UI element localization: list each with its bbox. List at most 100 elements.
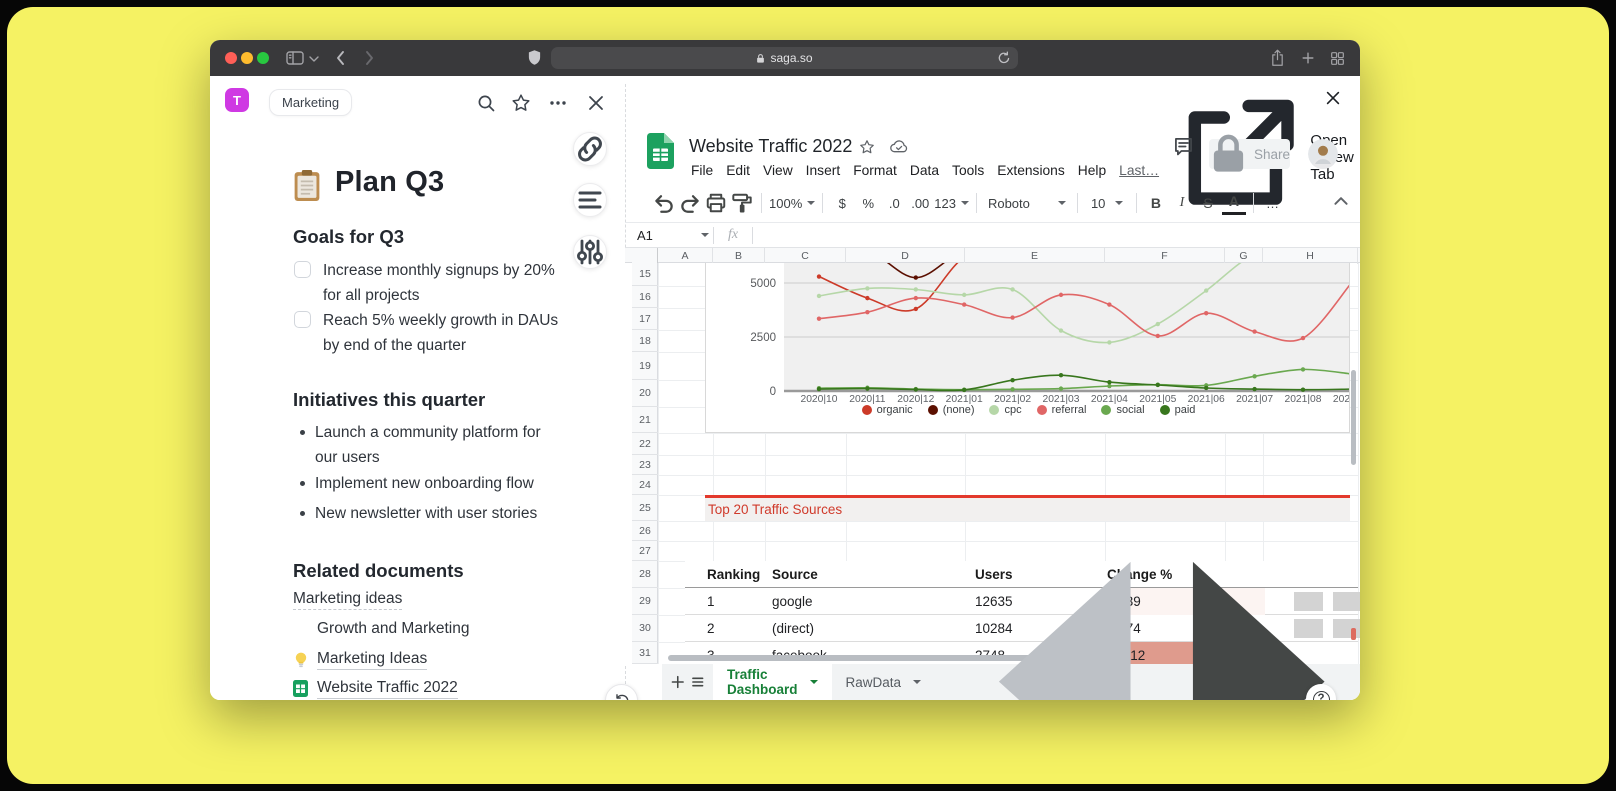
workspace-avatar[interactable]: T: [225, 88, 249, 112]
related-doc-link[interactable]: Marketing ideas: [293, 589, 402, 609]
menu-tools[interactable]: Tools: [952, 163, 984, 178]
column-headers[interactable]: ABCDEFGH: [625, 247, 1360, 263]
cell-ranking[interactable]: 1: [707, 588, 715, 615]
menu-insert[interactable]: Insert: [806, 163, 841, 178]
column-header-D[interactable]: D: [846, 248, 965, 264]
reload-icon[interactable]: [997, 51, 1011, 65]
row-header-29[interactable]: 29: [632, 588, 658, 615]
font-select[interactable]: Roboto: [984, 191, 1070, 215]
collapse-toolbar-icon[interactable]: [1332, 192, 1350, 210]
tab-scroll-right-icon[interactable]: [1169, 538, 1360, 700]
avatar[interactable]: [1308, 139, 1338, 169]
copy-link-button[interactable]: [573, 132, 607, 166]
row-header-16[interactable]: 16: [632, 286, 658, 308]
row-header-19[interactable]: 19: [632, 352, 658, 380]
row-header-28[interactable]: 28: [632, 561, 658, 588]
zoom-select[interactable]: 100%: [769, 191, 815, 215]
row-header-24[interactable]: 24: [632, 475, 658, 495]
share-button[interactable]: Share: [1209, 139, 1290, 169]
close-traffic-light[interactable]: [225, 52, 237, 64]
star-icon[interactable]: [859, 139, 875, 155]
star-icon[interactable]: [511, 93, 531, 113]
section-banner[interactable]: Top 20 Traffic Sources: [705, 495, 1350, 521]
strikethrough-button[interactable]: S: [1196, 191, 1220, 215]
row-header-22[interactable]: 22: [632, 433, 658, 455]
menu-data[interactable]: Data: [910, 163, 939, 178]
forward-icon[interactable]: [365, 50, 375, 66]
column-header-A[interactable]: A: [658, 248, 713, 264]
vertical-scrollbar[interactable]: [1351, 370, 1356, 465]
menu-file[interactable]: File: [691, 163, 713, 178]
cell-source[interactable]: google: [772, 588, 813, 615]
menu-view[interactable]: View: [763, 163, 793, 178]
select-all-corner[interactable]: [632, 248, 658, 264]
breadcrumb[interactable]: Marketing: [269, 89, 352, 116]
row-header-31[interactable]: 31: [632, 642, 658, 664]
address-bar[interactable]: saga.so: [551, 47, 1018, 69]
toolbar-more-icon[interactable]: …: [1261, 191, 1285, 215]
zoom-traffic-light[interactable]: [257, 52, 269, 64]
column-header-F[interactable]: F: [1105, 248, 1225, 264]
column-header-B[interactable]: B: [713, 248, 765, 264]
related-doc-link[interactable]: Website Traffic 2022: [293, 678, 458, 698]
more-icon[interactable]: [548, 93, 568, 113]
spreadsheet-title[interactable]: Website Traffic 2022: [689, 136, 852, 157]
row-header-26[interactable]: 26: [632, 521, 658, 541]
comment-icon[interactable]: [1173, 136, 1194, 157]
percent-button[interactable]: %: [856, 191, 880, 215]
tab-scroll-left-icon[interactable]: [963, 538, 1154, 700]
traffic-chart[interactable]: 0250050002020|102020|112020|122021|01202…: [705, 263, 1350, 433]
increase-decimal-button[interactable]: .00: [908, 191, 932, 215]
column-header-H[interactable]: H: [1263, 248, 1358, 264]
tab-overview-icon[interactable]: [1330, 51, 1345, 66]
column-header-G[interactable]: G: [1225, 248, 1263, 264]
menu-extensions[interactable]: Extensions: [997, 163, 1065, 178]
share-icon[interactable]: [1270, 49, 1285, 67]
menu-help[interactable]: Help: [1078, 163, 1106, 178]
column-header-E[interactable]: E: [965, 248, 1105, 264]
add-sheet-icon[interactable]: [670, 670, 686, 694]
row-headers[interactable]: 1516171819202122232425262728293031: [632, 263, 658, 664]
checkbox[interactable]: [294, 261, 311, 278]
redo-icon[interactable]: [678, 191, 702, 215]
all-sheets-icon[interactable]: [690, 670, 706, 694]
menu-edit[interactable]: Edit: [726, 163, 750, 178]
menu-format[interactable]: Format: [853, 163, 897, 178]
row-header-30[interactable]: 30: [632, 615, 658, 642]
new-tab-icon[interactable]: [1301, 51, 1315, 65]
undo-icon[interactable]: [652, 191, 676, 215]
search-icon[interactable]: [476, 93, 496, 113]
chevron-down-icon[interactable]: [309, 56, 319, 62]
name-box[interactable]: A1: [625, 228, 713, 243]
font-size-select[interactable]: 10: [1085, 191, 1129, 215]
row-header-15[interactable]: 15: [632, 263, 658, 286]
sheet-tab-traffic-dashboard[interactable]: Traffic Dashboard: [713, 664, 832, 700]
checkbox[interactable]: [294, 311, 311, 328]
menu-last-edit[interactable]: Last…: [1119, 163, 1159, 178]
sheet-tab-rawdata[interactable]: RawData: [832, 664, 936, 700]
currency-button[interactable]: $: [830, 191, 854, 215]
print-icon[interactable]: [704, 191, 728, 215]
italic-button[interactable]: I: [1170, 191, 1194, 215]
paint-format-icon[interactable]: [730, 191, 754, 215]
row-header-17[interactable]: 17: [632, 308, 658, 330]
row-header-23[interactable]: 23: [632, 455, 658, 475]
related-doc-link[interactable]: Growth and Marketing: [293, 619, 470, 639]
bold-button[interactable]: B: [1144, 191, 1168, 215]
sidebar-icon[interactable]: [286, 51, 304, 65]
row-header-21[interactable]: 21: [632, 407, 658, 433]
decrease-decimal-button[interactable]: .0: [882, 191, 906, 215]
close-icon[interactable]: [586, 93, 606, 113]
goal-item[interactable]: Reach 5% weekly growth in DAUs by end of…: [294, 308, 594, 358]
shield-icon[interactable]: [527, 48, 542, 67]
goal-item[interactable]: Increase monthly signups by 20% for all …: [294, 258, 594, 308]
outline-button[interactable]: [573, 183, 607, 217]
more-formats-button[interactable]: 123: [934, 191, 969, 215]
row-header-18[interactable]: 18: [632, 330, 658, 352]
related-doc-link[interactable]: Marketing Ideas: [293, 649, 427, 669]
column-header-C[interactable]: C: [765, 248, 846, 264]
minimize-traffic-light[interactable]: [241, 52, 253, 64]
cell-source[interactable]: (direct): [772, 615, 814, 642]
row-header-20[interactable]: 20: [632, 380, 658, 407]
row-header-27[interactable]: 27: [632, 541, 658, 561]
